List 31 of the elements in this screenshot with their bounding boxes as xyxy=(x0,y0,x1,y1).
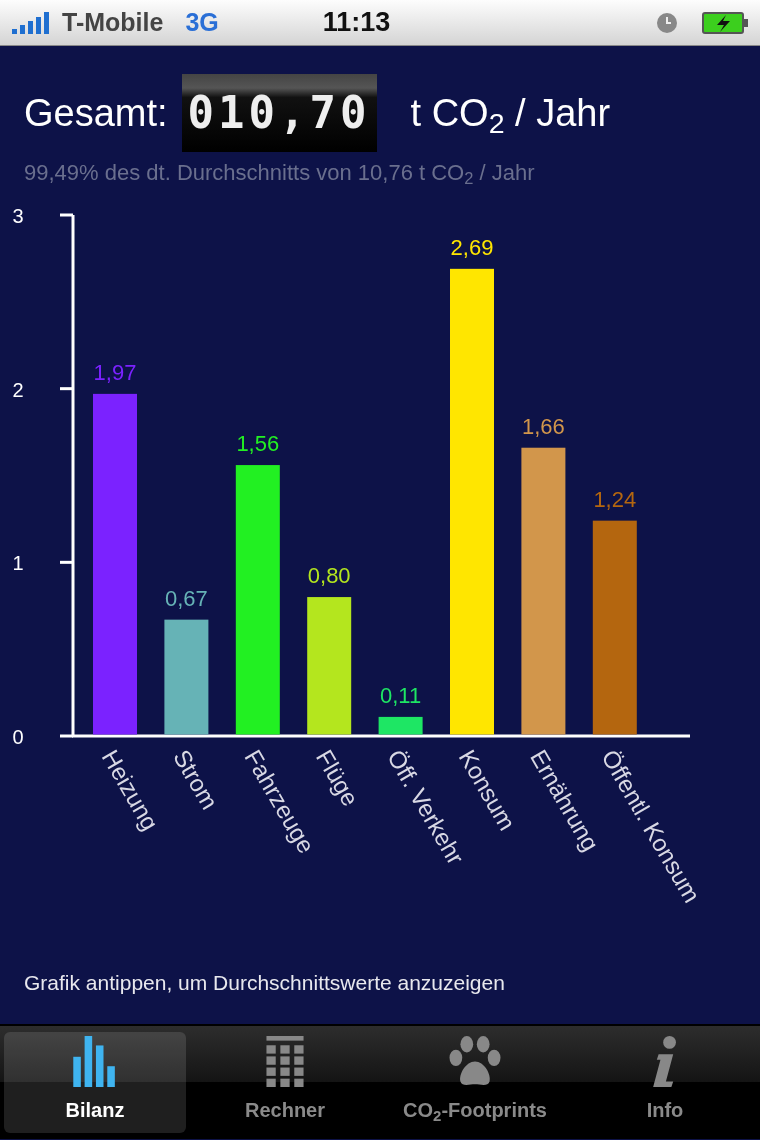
unit-label: t CO$_{2}$ / Jahr xyxy=(410,90,611,141)
keypad-icon xyxy=(265,1036,305,1087)
tab[interactable]: CO$_{2}$-Footprints xyxy=(384,1032,566,1133)
counter-display: 010,70 xyxy=(181,74,377,152)
comparison-text: 99,49% des dt. Durchschnitts von 10,76 t CO$_{2}$ / Jahr xyxy=(24,159,536,189)
y-tick-label: 0 xyxy=(12,726,24,748)
tab[interactable]: Rechner xyxy=(194,1032,376,1133)
value-label: 1,97 xyxy=(93,359,137,385)
value-label: 0,80 xyxy=(307,563,351,589)
value-label: 2,69 xyxy=(450,234,494,260)
hint-text: Grafik antippen, um Durchschnittswerte anzuzeigen xyxy=(24,969,505,996)
value-label: 0,67 xyxy=(165,585,208,611)
alarm-clock-icon xyxy=(656,11,678,34)
battery-icon xyxy=(702,11,748,34)
clock-time: 11:13 xyxy=(322,6,391,40)
value-label: 1,56 xyxy=(236,431,280,457)
bar-chart-icon xyxy=(72,1036,118,1087)
bar[interactable] xyxy=(235,465,280,735)
bar[interactable] xyxy=(307,597,352,735)
y-tick-label: 2 xyxy=(12,378,24,401)
carrier-name: T-Mobile xyxy=(62,6,164,38)
value-label: 0,11 xyxy=(380,682,422,708)
bar[interactable] xyxy=(378,716,423,735)
y-tick-label: 1 xyxy=(12,552,24,575)
y-tick-label: 3 xyxy=(12,205,24,227)
network-type: 3G xyxy=(185,6,219,38)
total-label: Gesamt: xyxy=(24,90,168,136)
tab[interactable]: Bilanz xyxy=(4,1032,186,1133)
value-label: 1,24 xyxy=(593,486,637,512)
value-label: 1,66 xyxy=(522,413,565,439)
tab[interactable]: Info xyxy=(574,1032,756,1133)
